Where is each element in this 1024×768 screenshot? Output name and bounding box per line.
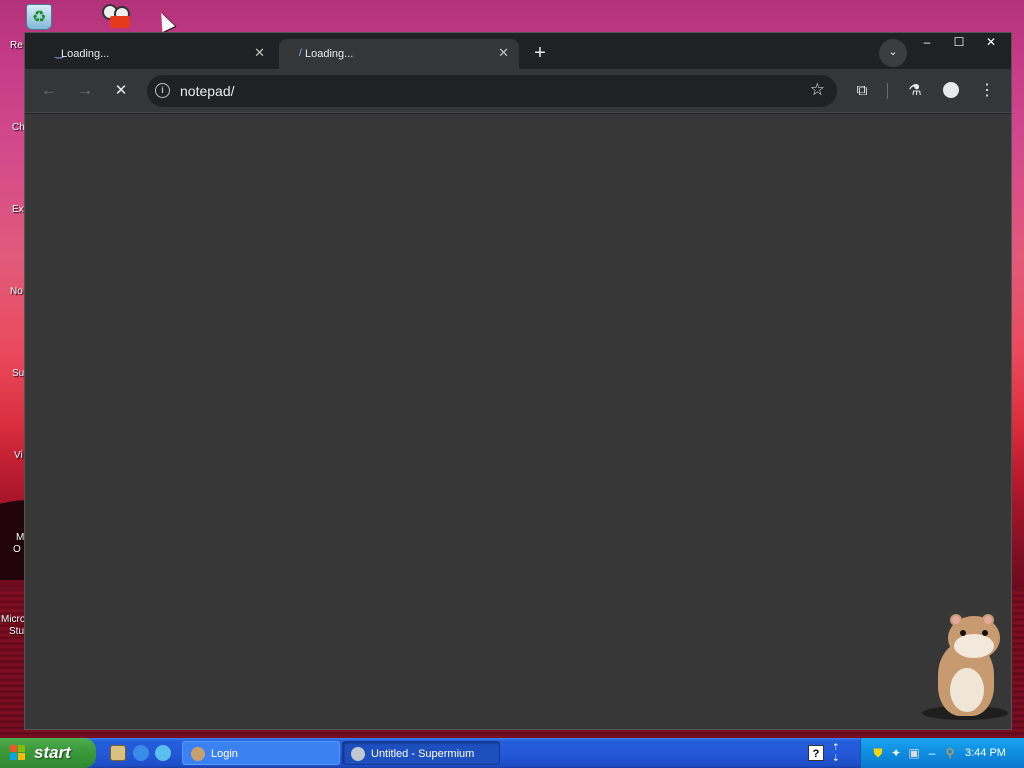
quicklaunch-e-icon[interactable] bbox=[155, 745, 171, 761]
bookmark-star-icon[interactable]: ☆ bbox=[810, 80, 825, 100]
tab-loading-2[interactable]: / Loading... ✕ bbox=[279, 39, 519, 69]
internet-explorer-icon[interactable] bbox=[133, 745, 149, 761]
volume-icon[interactable]: – bbox=[925, 746, 939, 760]
profile-avatar-icon[interactable] bbox=[939, 79, 963, 103]
tab-title: Loading... bbox=[61, 48, 110, 60]
system-tray: ⛊ ✦ ▣ – ⚲ 3:44 PM bbox=[860, 738, 1024, 768]
windows-flag-icon bbox=[10, 745, 26, 761]
tab-search-button[interactable]: ⌄ bbox=[879, 39, 907, 67]
desktop-label-chrome[interactable]: Ch bbox=[12, 122, 25, 133]
tab-title: Loading... bbox=[305, 48, 354, 60]
url-text[interactable]: notepad/ bbox=[180, 83, 235, 99]
desktop-label-stu[interactable]: Stu bbox=[9, 626, 24, 637]
tray-app-icon[interactable]: ▣ bbox=[907, 746, 921, 760]
browser-toolbar: ← → ✕ i notepad/ ☆ ⧉ ⚗ ⋮ bbox=[25, 69, 1011, 113]
hamster-app-icon bbox=[191, 747, 205, 761]
quicklaunch-app-icon[interactable] bbox=[110, 745, 126, 761]
kebab-menu-icon[interactable]: ⋮ bbox=[975, 79, 999, 103]
extensions-puzzle-icon[interactable]: ⧉ bbox=[850, 79, 874, 103]
taskbar-button-supermium[interactable]: Untitled - Supermium bbox=[342, 741, 500, 765]
desktop-label-notepad[interactable]: No bbox=[10, 286, 23, 297]
language-arrows-icon[interactable]: ⇡ ⇣ bbox=[832, 742, 840, 764]
supermium-browser-icon bbox=[351, 747, 365, 761]
stop-loading-icon[interactable]: ✕ bbox=[109, 79, 133, 103]
hamster-desktop-pet[interactable] bbox=[920, 612, 1010, 722]
forward-arrow-icon[interactable]: → bbox=[73, 79, 97, 103]
window-controls: – ☐ ✕ bbox=[911, 33, 1007, 53]
toolbar-divider bbox=[887, 83, 888, 99]
site-info-icon[interactable]: i bbox=[155, 83, 170, 98]
network-icon[interactable]: ✦ bbox=[889, 746, 903, 760]
loading-spinner-icon: ‿ bbox=[55, 48, 64, 59]
search-icon[interactable]: ⚲ bbox=[943, 746, 957, 760]
help-icon[interactable]: ? bbox=[808, 745, 824, 761]
minimize-button[interactable]: – bbox=[911, 33, 943, 51]
clock[interactable]: 3:44 PM bbox=[965, 738, 1006, 768]
tab-loading-1[interactable]: ‿ Loading... ✕ bbox=[35, 39, 275, 69]
taskbar-button-label: Login bbox=[211, 748, 238, 760]
security-shield-icon[interactable]: ⛊ bbox=[871, 746, 885, 760]
mouse-cursor-icon bbox=[154, 9, 176, 33]
close-window-button[interactable]: ✕ bbox=[975, 33, 1007, 51]
desktop-label-explorer[interactable]: Ex bbox=[12, 204, 24, 215]
desktop-label-o[interactable]: O bbox=[13, 544, 21, 555]
maximize-button[interactable]: ☐ bbox=[943, 33, 975, 51]
movie-maker-icon[interactable] bbox=[100, 4, 130, 32]
labs-flask-icon[interactable]: ⚗ bbox=[903, 79, 927, 103]
page-content-area[interactable] bbox=[25, 114, 1011, 729]
desktop-label-su[interactable]: Su bbox=[12, 368, 24, 379]
start-label: start bbox=[34, 743, 71, 762]
loading-spinner-icon: / bbox=[299, 48, 302, 59]
taskbar-button-login[interactable]: Login bbox=[182, 741, 340, 765]
address-bar[interactable]: i notepad/ ☆ bbox=[147, 75, 837, 107]
back-arrow-icon[interactable]: ← bbox=[37, 79, 61, 103]
browser-window: ‿ Loading... ✕ / Loading... ✕ + ⌄ – ☐ ✕ … bbox=[24, 32, 1012, 730]
taskbar-button-label: Untitled - Supermium bbox=[371, 748, 475, 760]
tab-close-icon[interactable]: ✕ bbox=[498, 45, 509, 61]
desktop-label-vi[interactable]: Vi bbox=[14, 450, 23, 461]
start-button[interactable]: start bbox=[0, 738, 96, 768]
tab-strip: ‿ Loading... ✕ / Loading... ✕ + ⌄ – ☐ ✕ bbox=[25, 33, 1011, 69]
taskbar: start Login Untitled - Supermium ? ⇡ ⇣ ⛊ … bbox=[0, 738, 1024, 768]
desktop-label-micro[interactable]: Micro bbox=[1, 614, 25, 625]
recycle-bin-icon[interactable] bbox=[26, 4, 52, 30]
new-tab-button[interactable]: + bbox=[527, 41, 553, 67]
tab-close-icon[interactable]: ✕ bbox=[254, 45, 265, 61]
